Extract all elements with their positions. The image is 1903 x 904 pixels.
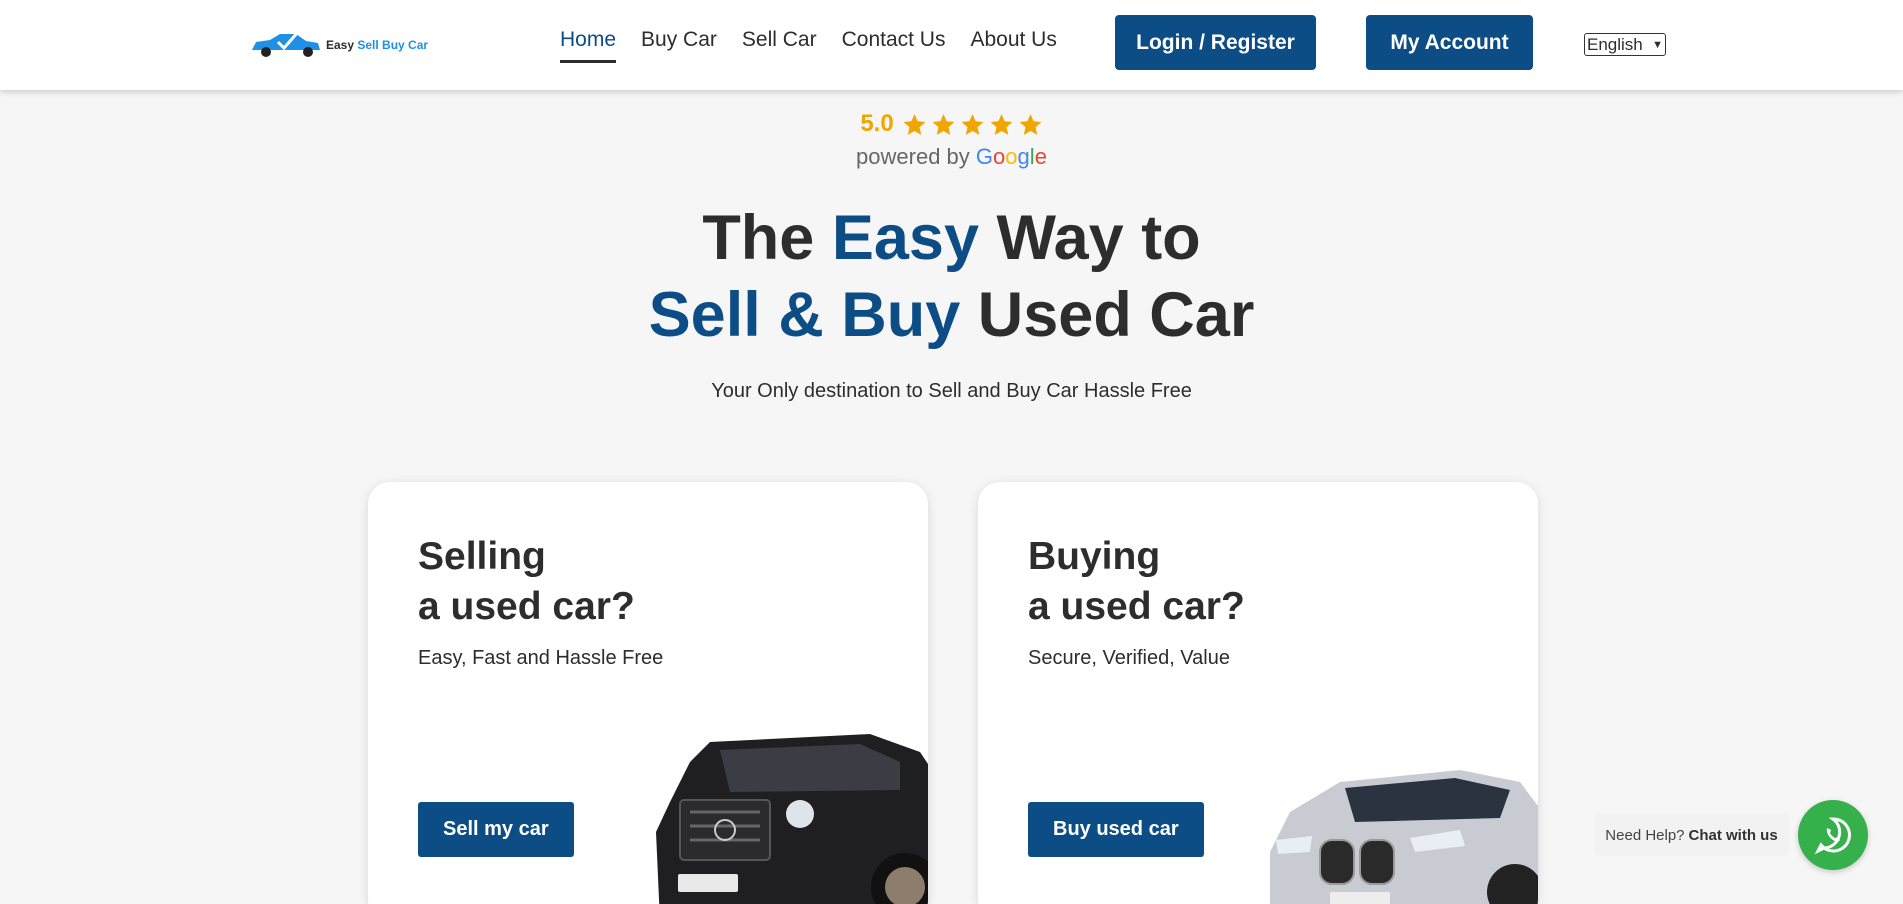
chat-help-strong: Chat with us <box>1688 826 1778 844</box>
suv-image <box>656 734 928 904</box>
star-icon <box>1019 113 1042 135</box>
sell-card-title: Selling a used car? <box>418 535 635 628</box>
my-account-button[interactable]: My Account <box>1366 15 1533 70</box>
powered-by-google: powered by Google <box>0 144 1903 170</box>
buy-card-title: Buying a used car? <box>1028 535 1245 628</box>
google-wordmark: Google <box>975 144 1047 169</box>
logo-text-easy: Easy <box>326 38 355 52</box>
sell-card-subtitle: Easy, Fast and Hassle Free <box>418 647 664 669</box>
chevron-down-icon: ▼ <box>1652 38 1663 51</box>
sell-my-car-button[interactable]: Sell my car <box>418 802 574 857</box>
star-icon <box>903 113 926 135</box>
site-logo[interactable]: Easy Sell Buy Car <box>250 28 435 62</box>
buy-card: Buying a used car? Secure, Verified, Val… <box>978 482 1538 904</box>
hero-subtitle: Your Only destination to Sell and Buy Ca… <box>711 380 1192 402</box>
google-rating: 5.0 powered by Google <box>0 110 1903 170</box>
site-header: Easy Sell Buy Car Home Buy Car Sell Car … <box>0 0 1903 90</box>
nav-sell-car[interactable]: Sell Car <box>742 28 817 63</box>
logo-text-sell-buy: Sell Buy Car <box>357 38 429 52</box>
sedan-image <box>1270 770 1538 904</box>
login-register-button[interactable]: Login / Register <box>1115 15 1316 70</box>
star-icon <box>961 113 984 135</box>
powered-by-text: powered by <box>856 144 970 169</box>
nav-buy-car[interactable]: Buy Car <box>641 28 717 63</box>
language-select[interactable]: English ▼ <box>1584 33 1666 56</box>
rating-value: 5.0 <box>860 110 894 137</box>
nav-about-us[interactable]: About Us <box>970 28 1056 63</box>
star-icon <box>932 113 955 135</box>
hero-heading: The Easy Way to Sell & Buy Used Car <box>648 203 1255 350</box>
chat-help-prefix: Need Help? <box>1605 826 1685 844</box>
star-icon <box>990 113 1013 135</box>
main-nav: Home Buy Car Sell Car Contact Us About U… <box>560 28 1057 63</box>
buy-used-car-button[interactable]: Buy used car <box>1028 802 1204 857</box>
language-value: English <box>1587 34 1643 54</box>
car-logo-icon <box>252 31 320 57</box>
whatsapp-icon <box>1814 817 1851 855</box>
nav-home[interactable]: Home <box>560 28 617 63</box>
sell-card: Selling a used car? Easy, Fast and Hassl… <box>368 482 928 904</box>
buy-card-subtitle: Secure, Verified, Value <box>1028 647 1230 669</box>
whatsapp-chat-button[interactable] <box>1798 800 1868 870</box>
chat-help-label[interactable]: Need Help? Chat with us <box>1594 814 1789 856</box>
nav-contact-us[interactable]: Contact Us <box>842 28 946 63</box>
